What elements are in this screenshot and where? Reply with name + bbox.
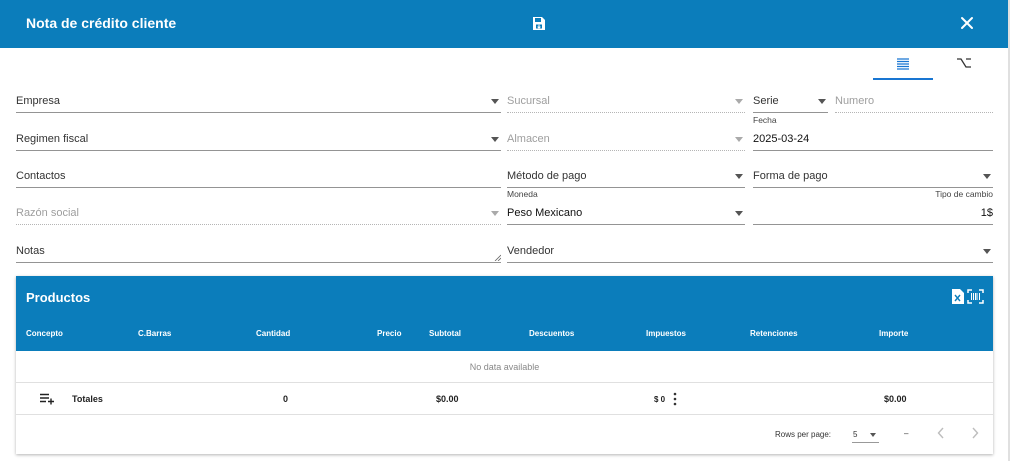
numero-label: Numero xyxy=(835,95,875,107)
credit-note-dialog: Nota de crédito cliente Empresa Sucursal xyxy=(0,0,1010,461)
almacen-select: Almacen xyxy=(507,129,745,151)
moneda-select[interactable]: Moneda Peso Mexicano xyxy=(507,189,745,225)
chevron-down-icon xyxy=(735,137,743,142)
column-subtotal[interactable]: Subtotal xyxy=(429,329,461,338)
fecha-label: Fecha xyxy=(753,115,777,125)
tipo-cambio-label: Tipo de cambio xyxy=(935,189,993,199)
chevron-down-icon xyxy=(983,174,991,179)
rows-per-page-label: Rows per page: xyxy=(775,430,832,439)
save-icon[interactable] xyxy=(532,16,546,31)
column-cantidad[interactable]: Cantidad xyxy=(256,329,290,338)
resize-handle-icon[interactable] xyxy=(494,254,501,261)
tab-list-view[interactable] xyxy=(873,52,933,80)
totals-row: Totales 0 $0.00 $ 0 $0.00 xyxy=(16,383,993,415)
serie-label: Serie xyxy=(753,95,779,107)
chevron-down-icon xyxy=(735,99,743,104)
numero-field: Numero xyxy=(835,91,993,113)
empty-table-message: No data available xyxy=(16,351,993,383)
chevron-right-icon[interactable] xyxy=(971,427,979,439)
tipo-cambio-value: 1$ xyxy=(980,207,993,219)
tab-options-view[interactable] xyxy=(933,52,993,80)
razon-social-label: Razón social xyxy=(16,207,79,219)
totals-importe: $0.00 xyxy=(884,394,907,404)
contactos-label: Contactos xyxy=(16,170,66,182)
barcode-scan-icon[interactable] xyxy=(967,289,984,304)
almacen-label: Almacen xyxy=(507,133,550,145)
contactos-field[interactable]: Contactos xyxy=(16,166,501,188)
vendedor-label: Vendedor xyxy=(507,245,555,257)
razon-social-select: Razón social xyxy=(16,203,501,225)
column-impuestos[interactable]: Impuestos xyxy=(646,329,686,338)
regimen-fiscal-label: Regimen fiscal xyxy=(16,133,89,145)
pagination-range: – xyxy=(904,429,909,438)
column-descuentos[interactable]: Descuentos xyxy=(529,329,574,338)
serie-select[interactable]: Serie xyxy=(753,91,828,113)
totals-impuestos: $ 0 xyxy=(654,395,666,404)
chevron-down-icon xyxy=(870,433,876,437)
chevron-down-icon xyxy=(818,99,826,104)
products-title: Productos xyxy=(26,290,91,305)
table-footer: Rows per page: 5 – xyxy=(16,415,993,454)
view-tabs xyxy=(873,52,993,80)
excel-export-icon[interactable] xyxy=(952,289,964,304)
vendedor-select[interactable]: Vendedor xyxy=(507,241,993,263)
totals-cantidad: 0 xyxy=(283,394,289,404)
empresa-label: Empresa xyxy=(16,95,61,107)
fecha-field[interactable]: Fecha 2025-03-24 xyxy=(753,115,993,151)
close-icon[interactable] xyxy=(960,16,974,30)
column-retenciones[interactable]: Retenciones xyxy=(750,329,798,338)
totals-label: Totales xyxy=(72,394,103,404)
more-options-icon[interactable] xyxy=(673,392,677,406)
regimen-fiscal-select[interactable]: Regimen fiscal xyxy=(16,129,501,151)
sucursal-select: Sucursal xyxy=(507,91,745,113)
metodo-pago-label: Método de pago xyxy=(507,170,587,182)
list-icon xyxy=(897,58,909,70)
chevron-down-icon xyxy=(735,211,743,216)
chevron-down-icon xyxy=(491,99,499,104)
rows-per-page-select[interactable]: 5 xyxy=(852,425,879,443)
sucursal-label: Sucursal xyxy=(507,95,550,107)
dialog-header: Nota de crédito cliente xyxy=(0,0,1008,48)
column-importe[interactable]: Importe xyxy=(879,329,908,338)
option-key-icon xyxy=(957,58,971,68)
empresa-select[interactable]: Empresa xyxy=(16,91,501,113)
forma-pago-select[interactable]: Forma de pago xyxy=(753,166,993,188)
forma-pago-label: Forma de pago xyxy=(753,170,828,182)
tipo-cambio-field[interactable]: Tipo de cambio 1$ xyxy=(753,189,993,225)
add-row-icon[interactable] xyxy=(40,393,55,405)
column-concepto[interactable]: Concepto xyxy=(26,329,63,338)
notas-textarea[interactable]: Notas xyxy=(16,241,501,263)
moneda-label: Moneda xyxy=(507,189,538,199)
dialog-title: Nota de crédito cliente xyxy=(26,15,177,31)
moneda-value: Peso Mexicano xyxy=(507,207,583,219)
column-precio[interactable]: Precio xyxy=(377,329,401,338)
notas-label: Notas xyxy=(16,245,45,257)
chevron-down-icon xyxy=(491,211,499,216)
fecha-value: 2025-03-24 xyxy=(753,133,810,145)
chevron-down-icon xyxy=(983,249,991,254)
totals-subtotal: $0.00 xyxy=(436,394,459,404)
products-header: Productos Concepto C.Barras Cantidad Pre… xyxy=(16,276,993,351)
chevron-left-icon[interactable] xyxy=(937,427,945,439)
chevron-down-icon xyxy=(735,174,743,179)
products-card: Productos Concepto C.Barras Cantidad Pre… xyxy=(16,276,993,454)
column-c-barras[interactable]: C.Barras xyxy=(138,329,171,338)
chevron-down-icon xyxy=(491,137,499,142)
metodo-pago-select[interactable]: Método de pago xyxy=(507,166,745,188)
rows-per-page-value: 5 xyxy=(853,430,858,439)
